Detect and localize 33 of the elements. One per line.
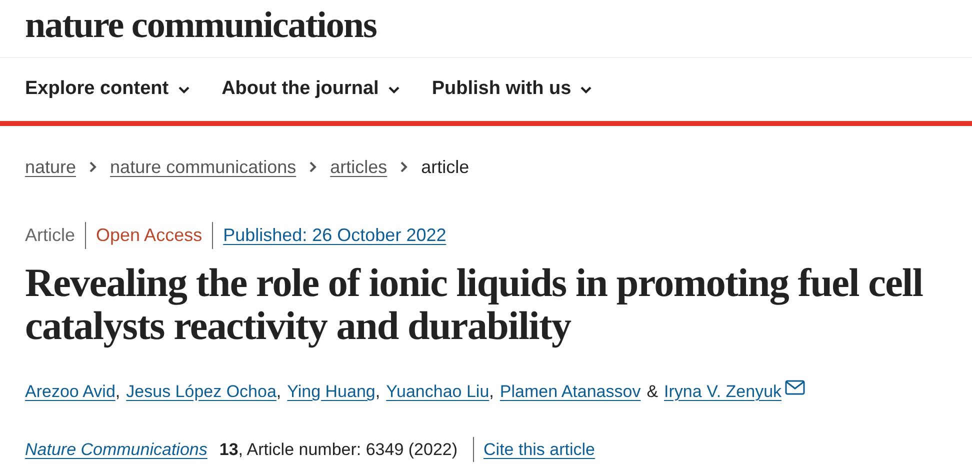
published-date-link[interactable]: Published: 26 October 2022: [223, 222, 446, 248]
nav-menu-button[interactable]: About the journal: [222, 75, 400, 104]
author-link[interactable]: Ying Huang: [287, 379, 376, 404]
nav-menu-button[interactable]: Explore content: [25, 75, 190, 104]
chevron-right-icon: [89, 161, 98, 173]
author-separator: ,: [115, 381, 120, 403]
author-link[interactable]: Iryna V. Zenyuk: [664, 379, 782, 404]
author-separator: &: [646, 381, 658, 403]
author-link[interactable]: Arezoo Avid: [25, 379, 116, 404]
chevron-down-icon: [388, 86, 400, 94]
journal-link[interactable]: Nature Communications: [25, 436, 208, 462]
author-separator: ,: [375, 381, 380, 403]
site-logo[interactable]: nature communications: [25, 7, 376, 44]
author-separator: ,: [489, 381, 494, 403]
author-link[interactable]: Yuanchao Liu: [386, 379, 490, 404]
breadcrumb-link[interactable]: nature: [25, 154, 76, 180]
breadcrumb-link[interactable]: nature communications: [110, 154, 296, 180]
author-link[interactable]: Plamen Atanassov: [500, 379, 641, 404]
cite-link[interactable]: Cite this article: [484, 436, 595, 462]
author-separator: ,: [276, 381, 282, 403]
article-type: Article: [25, 222, 86, 248]
open-access-label: Open Access: [96, 222, 214, 248]
citation-details: 13, Article number: 6349 (2022): [219, 436, 474, 462]
chevron-right-icon: [309, 161, 318, 173]
nav-menu-button[interactable]: Publish with us: [432, 75, 592, 104]
article-title: Revealing the role of ionic liquids in promoting fuel cell catalysts reactivity and durability: [24, 261, 924, 347]
chevron-down-icon: [178, 86, 190, 94]
chevron-down-icon: [580, 86, 592, 94]
breadcrumb-current: article: [421, 156, 470, 178]
email-icon[interactable]: [784, 380, 805, 396]
chevron-right-icon: [400, 161, 408, 173]
author-link[interactable]: Jesus López Ochoa: [126, 379, 276, 404]
breadcrumb-link[interactable]: articles: [330, 154, 388, 180]
